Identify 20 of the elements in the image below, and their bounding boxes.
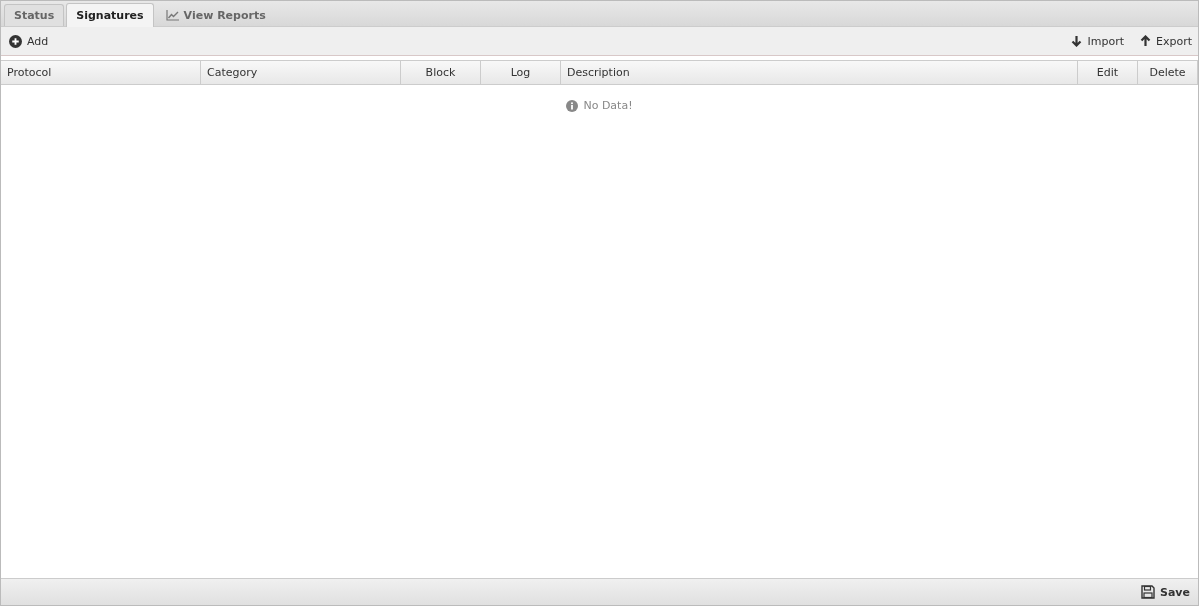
down-arrow-icon <box>1071 35 1083 47</box>
toolbar-button[interactable]: Import <box>1069 32 1126 50</box>
toolbar-button[interactable]: Add <box>7 32 51 50</box>
save-button[interactable]: Save <box>1139 583 1192 601</box>
column-header[interactable]: Description <box>561 61 1078 84</box>
column-header[interactable]: Delete <box>1138 61 1198 84</box>
toolbar-button[interactable]: Export <box>1138 32 1194 50</box>
up-arrow-icon <box>1140 35 1151 47</box>
empty-message: No Data! <box>583 99 633 112</box>
column-header[interactable]: Category <box>201 61 401 84</box>
info-icon <box>566 99 579 112</box>
tab[interactable]: Status <box>4 4 65 26</box>
column-header[interactable]: Protocol <box>1 61 201 84</box>
line-chart-icon <box>165 10 179 21</box>
column-header[interactable]: Log <box>481 61 561 84</box>
tab[interactable]: View Reports <box>155 4 276 26</box>
column-header[interactable]: Edit <box>1078 61 1138 84</box>
plus-circle-icon <box>9 34 22 48</box>
column-header[interactable]: Block <box>401 61 481 84</box>
tab[interactable]: Signatures <box>66 3 154 27</box>
